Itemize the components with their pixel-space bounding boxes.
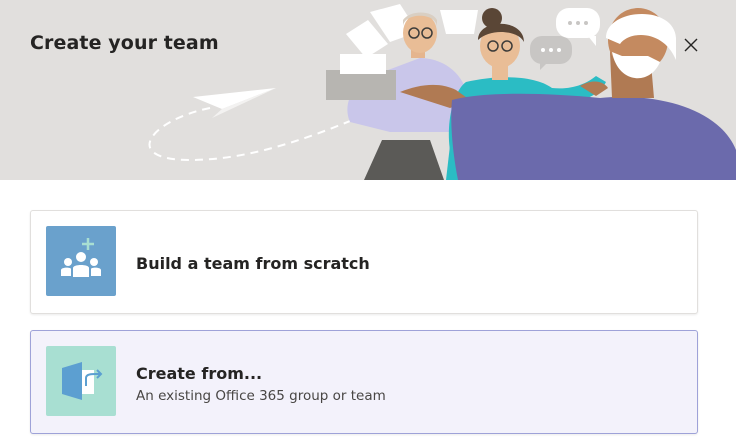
- create-team-dialog: Create your team Build a team from scrat…: [0, 0, 736, 444]
- speech-bubble-icon: [530, 36, 572, 70]
- option-subtitle: An existing Office 365 group or team: [136, 388, 386, 404]
- close-button[interactable]: [676, 30, 706, 60]
- create-from-option[interactable]: Create from... An existing Office 365 gr…: [30, 330, 698, 434]
- option-title: Build a team from scratch: [136, 254, 370, 273]
- close-icon: [684, 38, 698, 52]
- build-from-scratch-option[interactable]: Build a team from scratch: [30, 210, 698, 314]
- dialog-header: Create your team: [0, 0, 736, 180]
- paper-plane-icon: [193, 88, 276, 118]
- dialog-title: Create your team: [30, 32, 219, 54]
- option-title: Create from...: [136, 364, 263, 383]
- document-arrow-icon: [46, 346, 116, 416]
- header-illustration: [148, 4, 736, 180]
- people-add-icon: [46, 226, 116, 296]
